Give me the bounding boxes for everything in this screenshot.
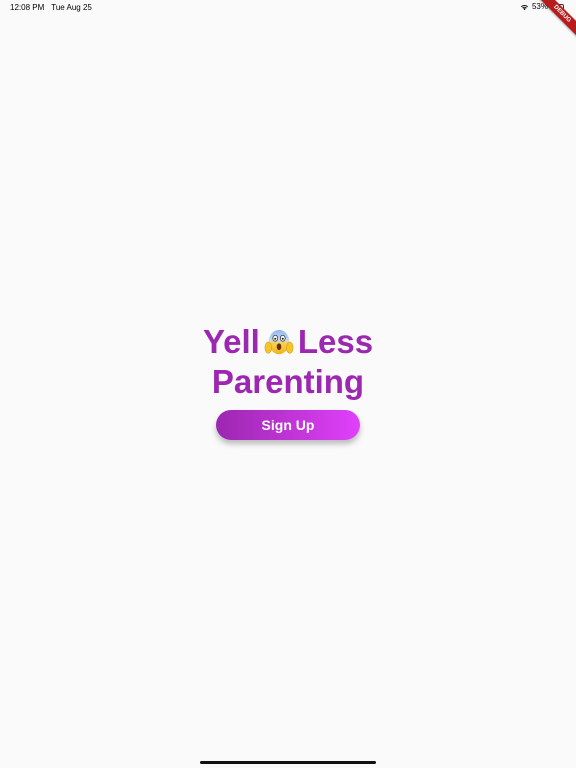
debug-banner: DEBUG — [536, 0, 576, 40]
app-title: Yell Less Parenting — [203, 322, 373, 402]
app-screen: 12:08 PM Tue Aug 25 53% DEBUG Yell Less … — [0, 0, 576, 768]
face-screaming-in-fear-icon — [264, 329, 294, 355]
title-line-1: Yell Less — [203, 322, 373, 362]
title-line-2: Parenting — [211, 363, 365, 400]
home-indicator[interactable] — [200, 761, 376, 764]
debug-label: DEBUG — [537, 0, 576, 39]
sign-up-button[interactable]: Sign Up — [216, 410, 360, 440]
status-left: 12:08 PM Tue Aug 25 — [10, 3, 92, 12]
status-time: 12:08 PM — [10, 3, 45, 12]
title-word-yell: Yell — [202, 323, 260, 360]
status-bar: 12:08 PM Tue Aug 25 53% — [0, 0, 576, 14]
wifi-icon — [520, 4, 529, 10]
title-word-less: Less — [297, 323, 374, 360]
status-date: Tue Aug 25 — [51, 3, 92, 12]
main-content: Yell Less Parenting Sign Up — [0, 322, 576, 440]
